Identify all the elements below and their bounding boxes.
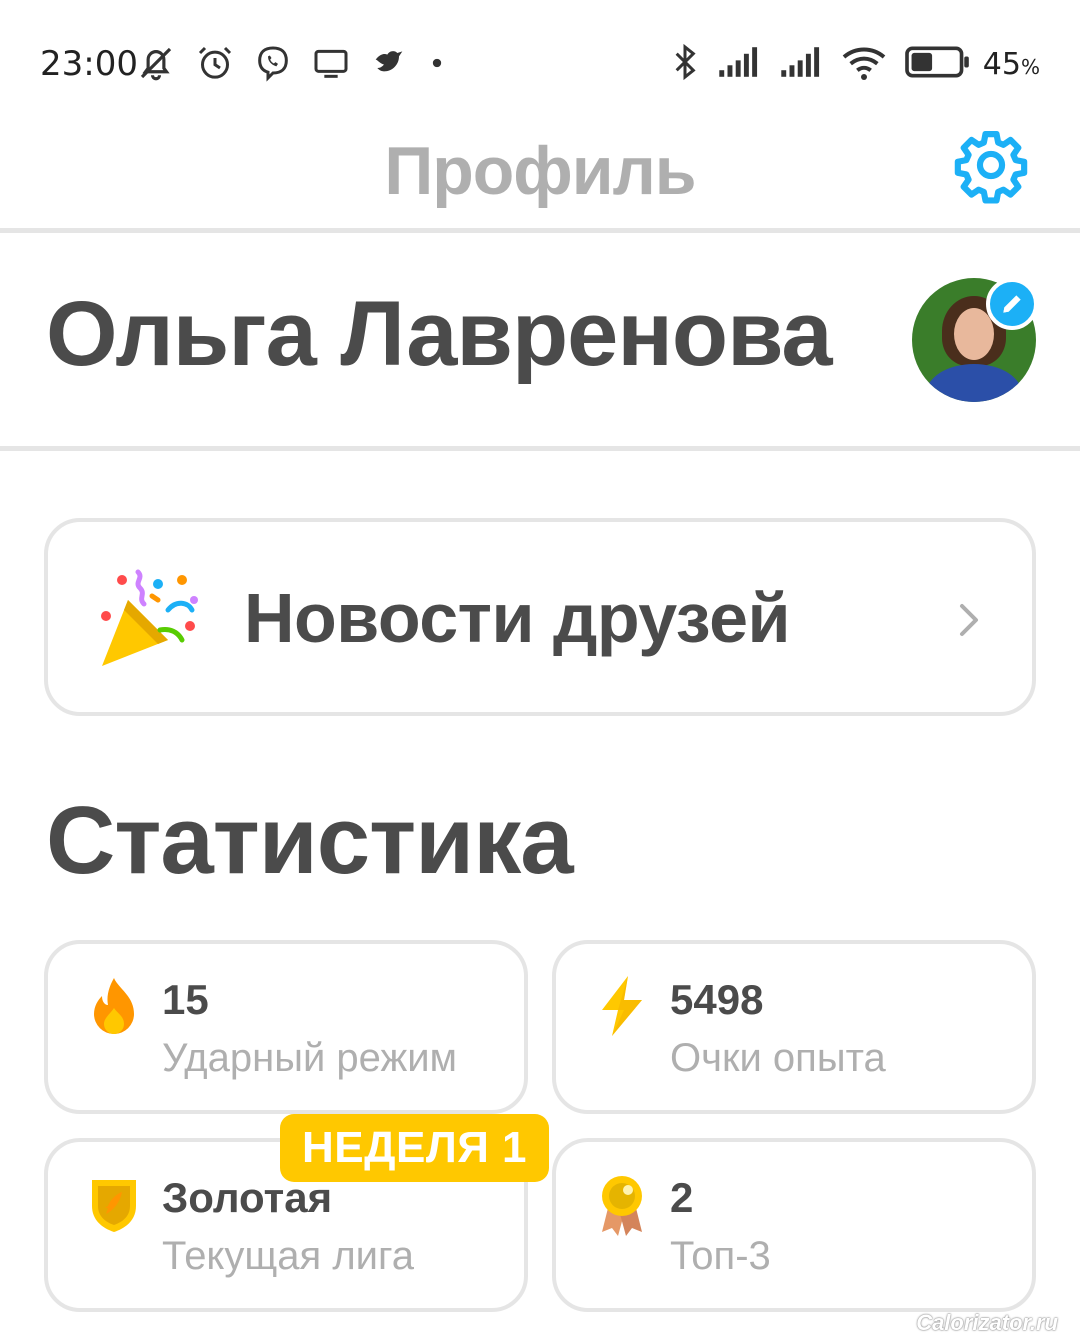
lightning-icon	[602, 976, 642, 1036]
signal-icon	[719, 47, 758, 77]
avatar-shoulders	[926, 364, 1022, 402]
cast-icon	[314, 49, 348, 78]
stat-card-top3[interactable]: 2 Топ-3	[552, 1138, 1036, 1312]
watermark: Calorizator.ru	[916, 1310, 1058, 1335]
status-bar: 23:00 45%	[0, 0, 1080, 120]
wifi-icon	[842, 47, 886, 80]
dot-icon	[432, 58, 442, 68]
gold-shield-icon	[92, 1180, 136, 1232]
stat-label: Очки опыта	[670, 1036, 886, 1080]
stat-value: 15	[162, 976, 209, 1023]
header: Профиль	[0, 110, 1080, 230]
week-badge: НЕДЕЛЯ 1	[280, 1114, 550, 1182]
stat-value: 5498	[670, 976, 764, 1023]
edit-avatar-button[interactable]	[986, 278, 1038, 330]
settings-button[interactable]	[950, 124, 1032, 206]
alarm-icon	[198, 46, 232, 79]
fire-icon	[94, 978, 134, 1034]
stat-label: Ударный режим	[162, 1036, 458, 1080]
header-divider	[0, 228, 1080, 233]
friends-news-card[interactable]: Новости друзей	[44, 518, 1036, 716]
battery-icon	[905, 46, 969, 78]
status-right-icons	[670, 42, 970, 82]
statistics-title: Статистика	[46, 787, 574, 894]
party-popper-icon	[101, 569, 198, 666]
bluetooth-icon	[675, 43, 696, 81]
pencil-icon	[1003, 295, 1021, 313]
gear-icon	[954, 131, 1028, 204]
status-left-icons	[135, 42, 447, 84]
muted-bell-icon	[140, 47, 172, 81]
chevron-right-icon	[960, 604, 978, 636]
signal-icon	[781, 47, 820, 77]
friends-news-label: Новости друзей	[244, 579, 791, 657]
viber-icon	[258, 46, 288, 82]
stat-label: Топ-3	[670, 1234, 771, 1278]
stat-card-streak[interactable]: 15 Ударный режим	[44, 940, 528, 1114]
stat-label: Текущая лига	[162, 1234, 414, 1278]
profile-divider	[0, 446, 1080, 451]
profile-name: Ольга Лавренова	[46, 283, 833, 385]
status-time: 23:00	[40, 44, 138, 84]
medal-icon	[602, 1176, 642, 1236]
bird-icon	[375, 51, 403, 72]
battery-percent: 45%	[982, 47, 1040, 82]
page-title: Профиль	[384, 133, 696, 209]
stat-card-xp[interactable]: 5498 Очки опыта	[552, 940, 1036, 1114]
stat-value: 2	[670, 1174, 694, 1221]
